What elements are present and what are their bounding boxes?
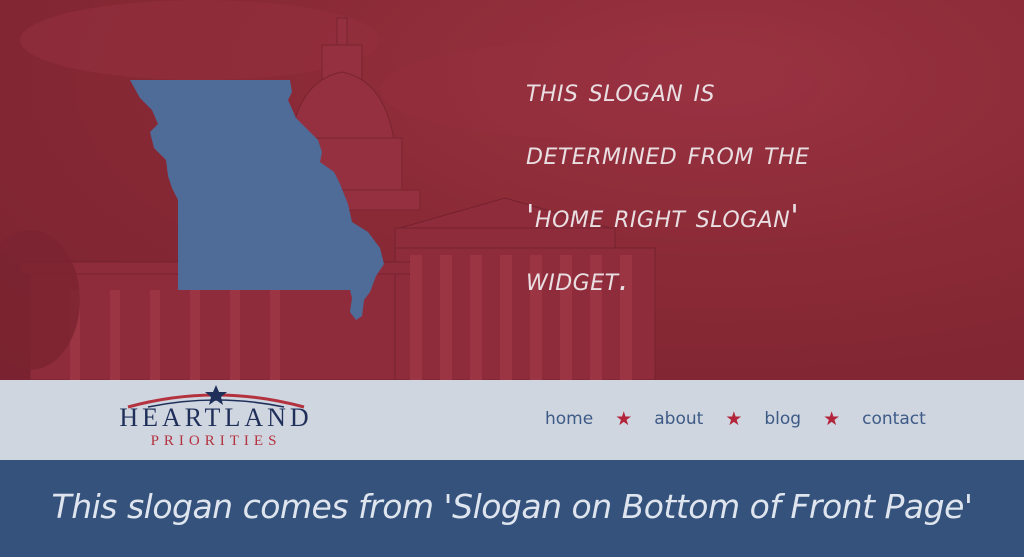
nav-home-link[interactable]: home bbox=[545, 409, 593, 429]
star-icon: ★ bbox=[615, 408, 633, 430]
bottom-slogan: This slogan comes from 'Slogan on Bottom… bbox=[51, 487, 973, 526]
hero-right-slogan: This slogan is determined from the 'Home… bbox=[526, 60, 1006, 312]
star-icon: ★ bbox=[823, 408, 841, 430]
nav-blog-link[interactable]: blog bbox=[764, 409, 801, 429]
site-logo[interactable]: HEARTLAND PRIORITIES bbox=[88, 385, 344, 455]
nav-about-link[interactable]: about bbox=[654, 409, 703, 429]
hero-banner: This slogan is determined from the 'Home… bbox=[0, 0, 1024, 380]
slogan-line: widget. bbox=[526, 262, 629, 298]
logo-title: HEARTLAND bbox=[119, 403, 313, 432]
nav-contact-link[interactable]: contact bbox=[862, 409, 926, 429]
star-icon: ★ bbox=[725, 408, 743, 430]
slogan-line: determined from the bbox=[526, 136, 810, 172]
slogan-line: 'Home Right Slogan' bbox=[526, 199, 800, 235]
main-menu: home ★ about ★ blog ★ contact bbox=[545, 408, 926, 430]
logo-subtitle: PRIORITIES bbox=[150, 433, 282, 449]
slogan-line: This slogan is bbox=[526, 73, 716, 109]
